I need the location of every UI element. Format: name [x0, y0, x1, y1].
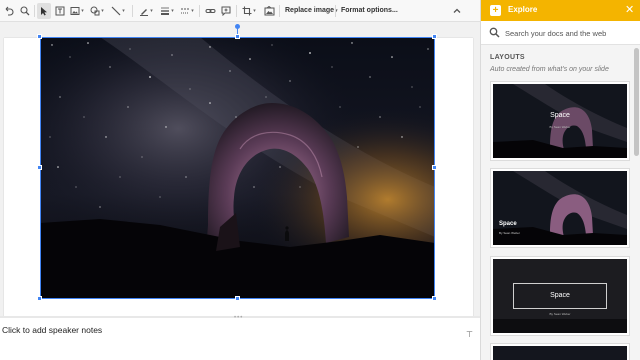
search-input[interactable]	[505, 25, 635, 41]
explore-panel: + Explore ✕ LAYOUTS Auto created from wh…	[480, 0, 640, 360]
resize-handle[interactable]	[235, 34, 240, 39]
line-icon[interactable]: ▾	[108, 3, 128, 19]
night-sky-arch-photo	[40, 37, 435, 299]
explore-search	[481, 21, 640, 45]
add-comment-icon[interactable]	[219, 3, 233, 19]
layout-title: Space	[499, 221, 517, 227]
toolbar: ▾ ▾ ▾ ▾ ▾ ▾ ▾ Replace image▾ Format opti…	[0, 0, 480, 22]
layout-thumbnail	[493, 346, 627, 360]
speaker-notes-placeholder[interactable]: Click to add speaker notes	[2, 325, 102, 335]
layout-subtitle: By Sean Weber	[549, 125, 571, 129]
replace-image-button[interactable]: Replace image▾	[285, 4, 338, 18]
zoom-icon[interactable]	[18, 3, 32, 19]
layout-suggestion[interactable]: Space By Sean Weber	[490, 256, 630, 336]
image-options-icon[interactable]	[262, 3, 276, 19]
scrollbar-thumb[interactable]	[634, 48, 639, 156]
layout-suggestion[interactable]: Space By Sean Weber	[490, 168, 630, 248]
resize-handle[interactable]	[432, 165, 437, 170]
toolbar-divider	[279, 5, 280, 17]
layout-thumbnail-image	[493, 84, 627, 158]
close-icon[interactable]: ✕	[625, 3, 634, 16]
resize-handle[interactable]	[37, 34, 42, 39]
explore-icon: +	[490, 5, 501, 16]
border-dash-icon[interactable]: ▾	[178, 3, 196, 19]
search-icon	[489, 27, 500, 38]
layout-subtitle: By Sean Weber	[549, 312, 571, 316]
replace-image-label: Replace image	[285, 7, 335, 14]
layout-subtitle: By Sean Weber	[499, 231, 520, 235]
layouts-heading: LAYOUTS	[490, 54, 525, 61]
resize-handle[interactable]	[432, 34, 437, 39]
layout-title: Space	[550, 292, 570, 299]
toolbar-divider	[132, 5, 133, 17]
chevron-up-icon[interactable]	[450, 3, 464, 19]
resize-handle[interactable]	[37, 165, 42, 170]
select-cursor-icon[interactable]	[37, 3, 51, 19]
layout-thumbnail: Space By Sean Weber	[493, 259, 627, 333]
toolbar-divider	[335, 5, 336, 17]
toolbar-divider	[199, 5, 200, 17]
layouts-subheading: Auto created from what's on your slide	[490, 66, 609, 73]
border-weight-icon[interactable]: ▾	[158, 3, 176, 19]
crop-icon[interactable]: ▾	[240, 3, 258, 19]
format-options-button[interactable]: Format options...	[341, 4, 398, 18]
undo-icon[interactable]	[2, 3, 16, 19]
slide-image[interactable]	[40, 37, 435, 299]
link-icon[interactable]	[203, 3, 217, 19]
layout-title-box: Space	[513, 283, 607, 309]
resize-handle[interactable]	[37, 296, 42, 301]
layout-thumbnail: Space By Sean Weber	[493, 171, 627, 245]
layout-suggestion[interactable]: Space By Sean Weber	[490, 81, 630, 161]
rotate-handle[interactable]	[235, 24, 240, 29]
resize-handle[interactable]	[235, 296, 240, 301]
explore-title: Explore	[508, 5, 538, 14]
layout-thumbnail: Space By Sean Weber	[493, 84, 627, 158]
notes-resize-icon[interactable]: ⊤	[466, 330, 473, 339]
layout-title: Space	[550, 112, 570, 119]
shape-icon[interactable]: ▾	[88, 3, 106, 19]
explore-header: + Explore ✕	[481, 0, 640, 21]
text-box-icon[interactable]	[53, 3, 67, 19]
resize-handle[interactable]	[432, 296, 437, 301]
layout-suggestion[interactable]	[490, 343, 630, 360]
speaker-notes[interactable]: Click to add speaker notes ⊤	[0, 318, 480, 360]
toolbar-divider	[34, 5, 35, 17]
insert-image-icon[interactable]: ▾	[68, 3, 86, 19]
border-color-icon[interactable]: ▾	[137, 3, 155, 19]
toolbar-divider	[236, 5, 237, 17]
